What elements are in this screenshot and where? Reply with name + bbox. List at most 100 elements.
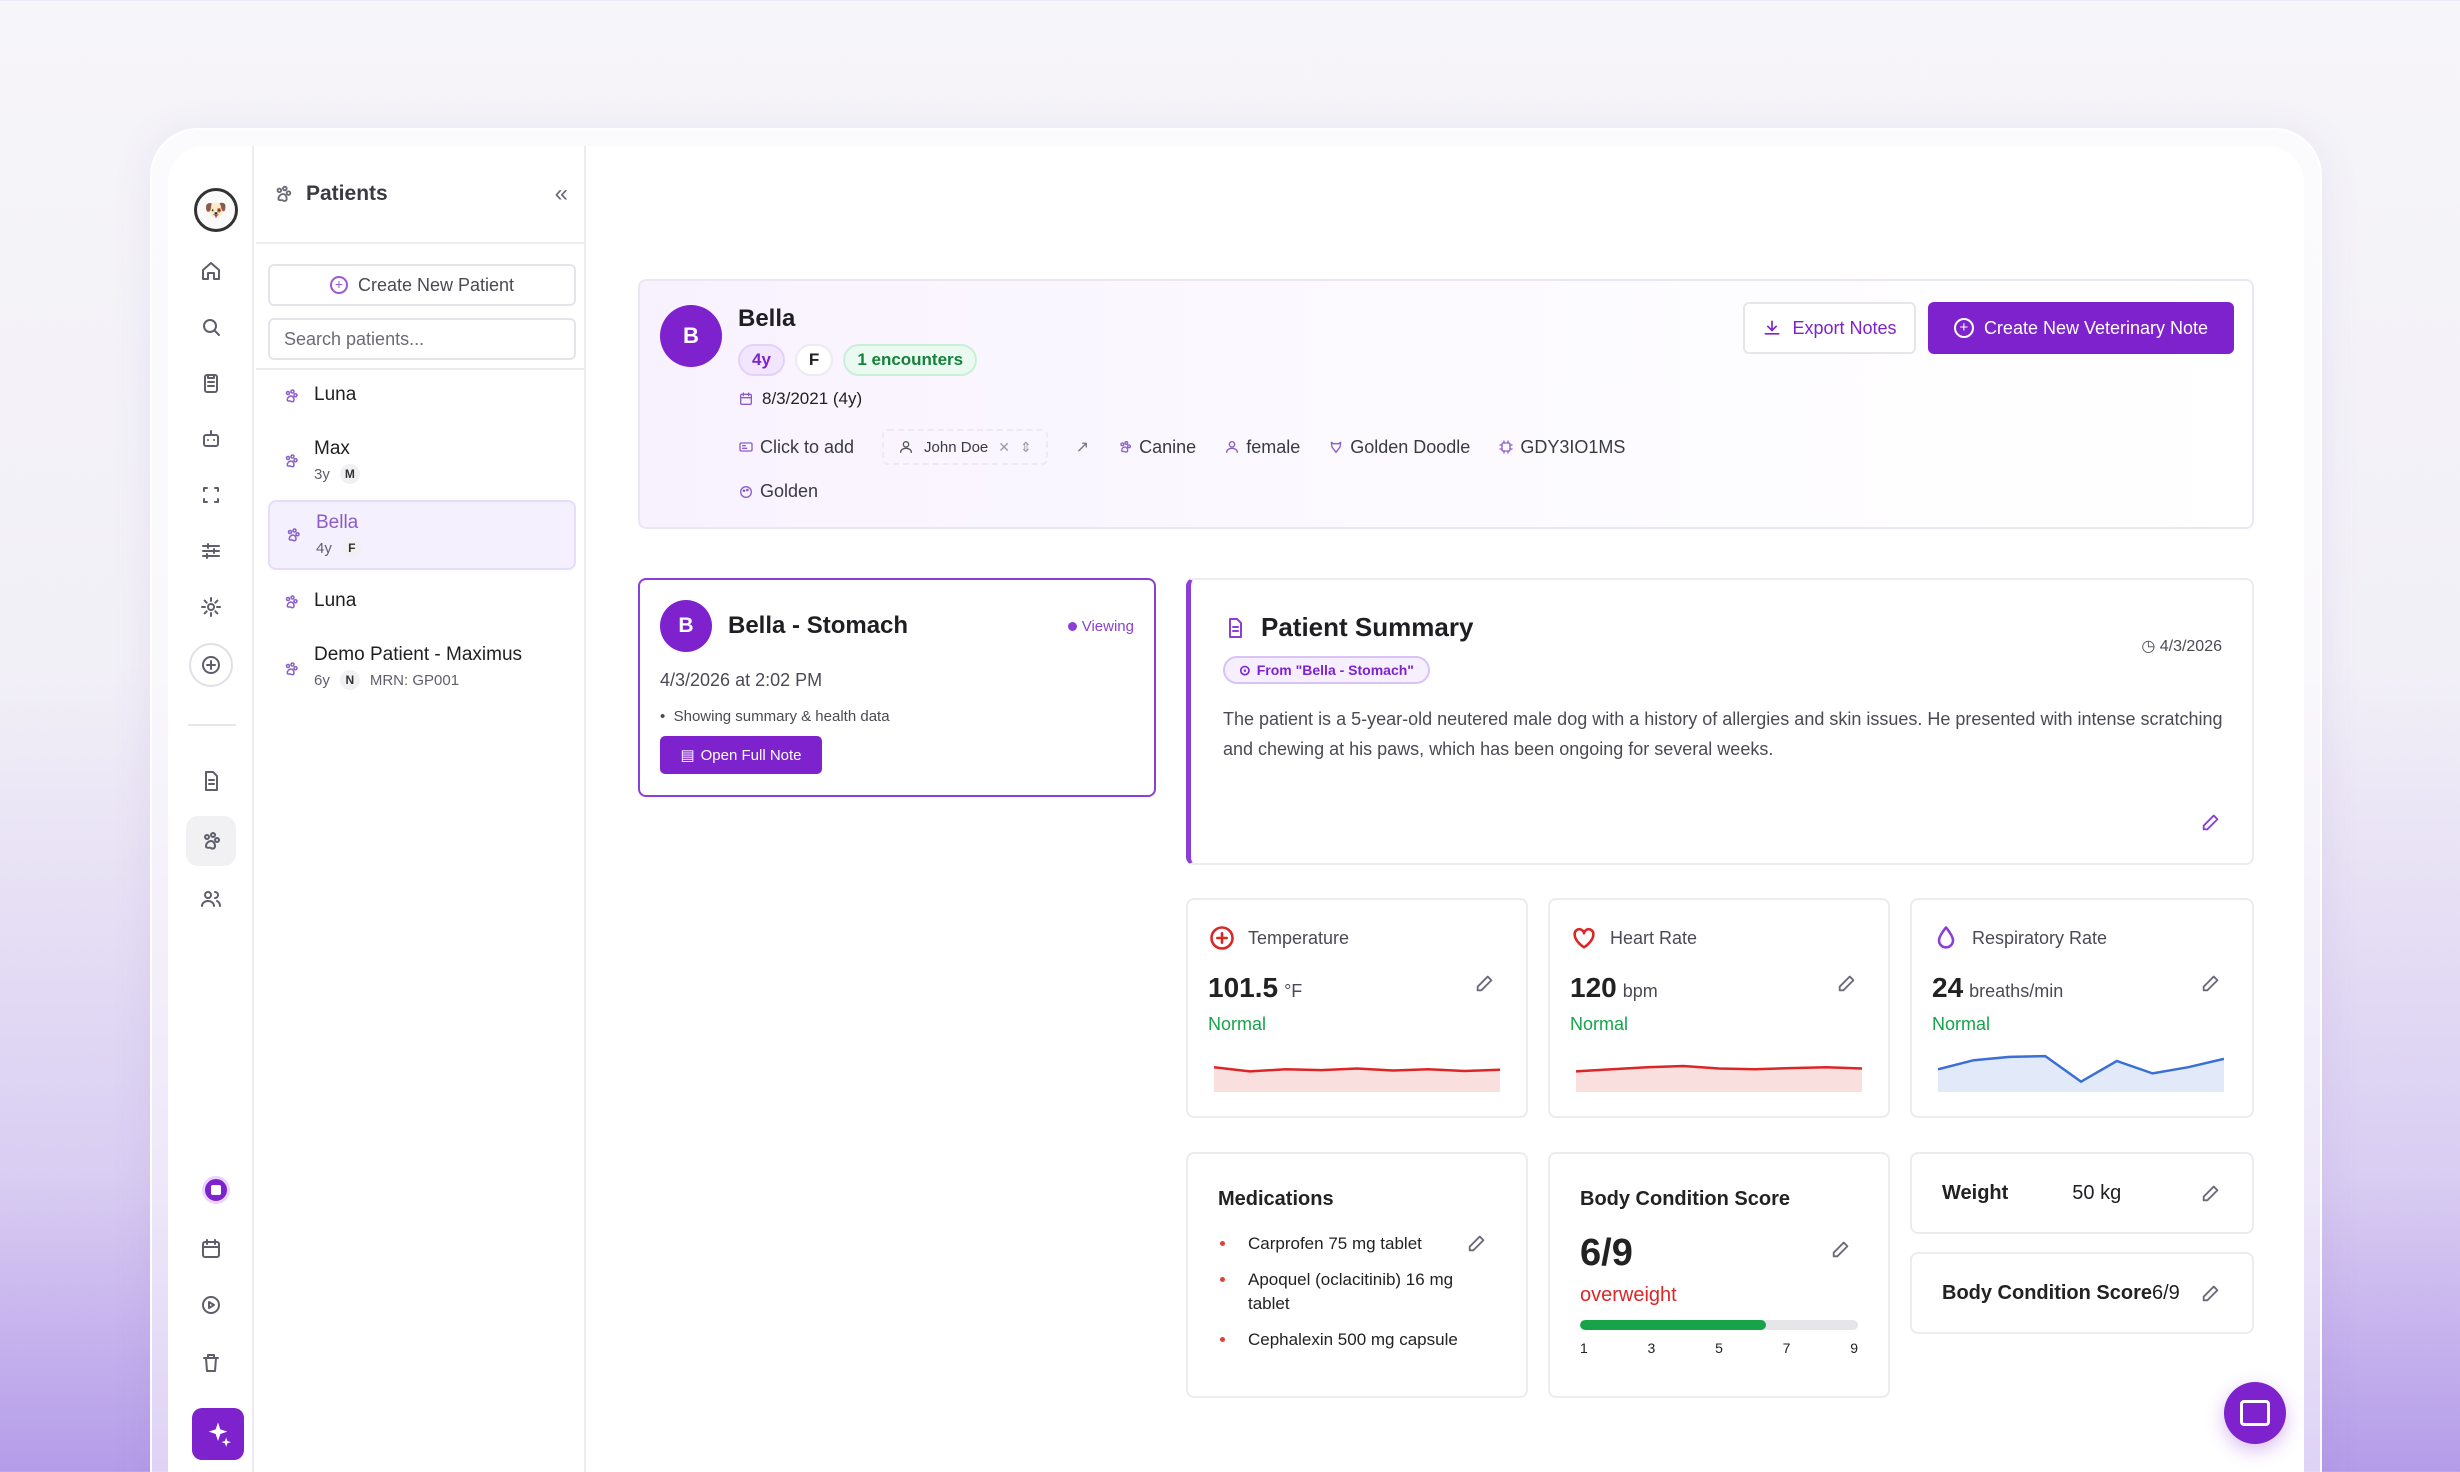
heart-icon — [1573, 927, 1595, 949]
collapse-panel-icon[interactable]: « — [555, 180, 568, 208]
plus-circle-icon — [1210, 926, 1234, 950]
play-icon[interactable] — [186, 1280, 236, 1330]
user-icon — [1226, 441, 1239, 453]
open-full-note-label: Open Full Note — [700, 746, 802, 764]
search-icon[interactable] — [186, 302, 236, 352]
vital-label: Respiratory Rate — [1972, 927, 2108, 948]
microchip-field[interactable]: Click to add — [738, 437, 854, 458]
bcs-tick: 3 — [1647, 1340, 1656, 1356]
vital-label: Temperature — [1248, 927, 1350, 948]
code-text: GDY3IO1MS — [1520, 436, 1626, 457]
app-window: 🐶 Patients « + Create New Patient Search… — [168, 146, 2304, 1472]
patients-panel-title: Patients — [306, 182, 388, 205]
patient-age: 4y — [316, 539, 332, 557]
edit-icon[interactable] — [2200, 972, 2222, 994]
patient-list-item-selected[interactable]: Bella 4y F — [268, 500, 576, 570]
bcs-tick: 1 — [1580, 1340, 1588, 1356]
source-chip: ⊙ From "Bella - Stomach" — [1223, 656, 1430, 684]
color-text: Golden — [760, 481, 819, 501]
bcs-progress-fill — [1580, 1320, 1767, 1330]
source-text: From "Bella - Stomach" — [1256, 662, 1414, 678]
vital-unit: °F — [1284, 981, 1303, 1001]
bcs-scale: 1 3 5 7 9 — [1580, 1340, 1858, 1356]
create-veterinary-note-button[interactable]: + Create New Veterinary Note — [1928, 302, 2234, 354]
breed-text: Golden Doodle — [1350, 436, 1471, 457]
note-bullet-text: Showing summary & health data — [673, 708, 890, 725]
droplet-icon — [1937, 926, 1955, 949]
user-icon — [900, 441, 913, 453]
sex-text: female — [1246, 436, 1301, 457]
edit-icon[interactable] — [1830, 1238, 1852, 1260]
vital-status: Normal — [1570, 1014, 1629, 1034]
sliders-icon[interactable] — [186, 526, 236, 576]
create-veterinary-note-label: Create New Veterinary Note — [1983, 317, 2209, 338]
chat-button[interactable] — [2224, 1382, 2286, 1444]
gear-icon[interactable] — [186, 582, 236, 632]
note-avatar: B — [660, 600, 712, 652]
weight-value: 50 kg — [2072, 1181, 2122, 1204]
patient-age: 3y — [314, 465, 330, 483]
plus-circle-icon: + — [1953, 318, 1974, 338]
patient-list-item[interactable]: Max 3y M — [268, 426, 576, 496]
create-new-patient-button[interactable]: + Create New Patient — [268, 264, 576, 306]
bcs-summary-value: 6/9 — [2152, 1281, 2180, 1304]
paw-icon[interactable] — [186, 816, 236, 866]
export-notes-label: Export Notes — [1792, 317, 1897, 338]
edit-icon[interactable] — [2200, 1182, 2222, 1204]
edit-icon[interactable] — [1836, 972, 1858, 994]
medication-item: Cephalexin 500 mg capsule — [1218, 1328, 1488, 1352]
patient-list-item[interactable]: Luna — [268, 578, 576, 626]
species-text: Canine — [1139, 436, 1197, 457]
vital-status: Normal — [1208, 1014, 1267, 1034]
note-title: Bella - Stomach — [728, 612, 909, 639]
sparkles-icon[interactable] — [192, 1408, 244, 1460]
edit-icon[interactable] — [2200, 811, 2222, 833]
main-content: B Bella 4y F 1 encounters 8/3/2021 (4y) … — [588, 146, 2304, 1472]
patient-name: Demo Patient - Maximus — [314, 644, 523, 665]
paw-icon — [276, 185, 292, 202]
paw-icon — [284, 526, 302, 544]
patient-list-item[interactable]: Luna — [268, 372, 576, 420]
vital-status: Normal — [1932, 1014, 1991, 1034]
medications-card: Medications Carprofen 75 mg tablet Apoqu… — [1186, 1152, 1528, 1398]
external-link-icon[interactable]: ↗ — [1076, 437, 1089, 457]
search-patients-input[interactable] — [268, 318, 576, 360]
id-card-icon — [739, 442, 753, 452]
open-full-note-button[interactable]: ▤ Open Full Note — [660, 736, 822, 774]
patient-age: 6y — [314, 671, 330, 689]
edit-icon[interactable] — [2200, 1282, 2222, 1304]
dob-text: 8/3/2021 (4y) — [762, 389, 863, 408]
bcs-tick: 5 — [1715, 1340, 1723, 1356]
avatar[interactable] — [202, 1176, 230, 1204]
logo-icon[interactable]: 🐶 — [194, 188, 238, 232]
users-icon[interactable] — [186, 874, 236, 924]
vital-unit: breaths/min — [1969, 981, 2064, 1001]
plus-circle-icon[interactable] — [189, 643, 233, 687]
paw-icon — [282, 660, 300, 678]
date-of-birth: 8/3/2021 (4y) — [738, 389, 862, 409]
scan-icon[interactable] — [186, 470, 236, 520]
calendar-icon[interactable] — [186, 1224, 236, 1274]
owner-select[interactable]: John Doe ✕ ⇕ — [882, 429, 1048, 465]
edit-icon[interactable] — [1474, 972, 1496, 994]
bcs-title: Body Condition Score — [1580, 1188, 1790, 1210]
note-card[interactable]: B Bella - Stomach Viewing 4/3/2026 at 2:… — [638, 578, 1156, 797]
export-notes-button[interactable]: Export Notes — [1743, 302, 1916, 354]
summary-date-text: 4/3/2026 — [2159, 638, 2222, 655]
vital-value: 24 — [1932, 972, 1964, 1003]
summary-text: The patient is a 5-year-old neutered mal… — [1223, 709, 2223, 759]
dog-icon — [1330, 441, 1342, 453]
home-icon[interactable] — [186, 246, 236, 296]
clear-icon[interactable]: ✕ — [998, 439, 1010, 456]
chevron-updown-icon[interactable]: ⇕ — [1020, 439, 1032, 456]
trash-icon[interactable] — [186, 1338, 236, 1388]
edit-icon[interactable] — [1466, 1232, 1488, 1254]
document-icon[interactable] — [186, 756, 236, 806]
breed-field: Golden Doodle — [1328, 437, 1470, 458]
robot-icon[interactable] — [186, 414, 236, 464]
chip-icon — [1499, 440, 1513, 454]
icon-rail: 🐶 — [168, 146, 254, 1472]
calendar-icon — [740, 392, 752, 405]
clipboard-icon[interactable] — [186, 358, 236, 408]
patient-list-item[interactable]: Demo Patient - Maximus 6y N MRN: GP001 — [268, 634, 576, 704]
